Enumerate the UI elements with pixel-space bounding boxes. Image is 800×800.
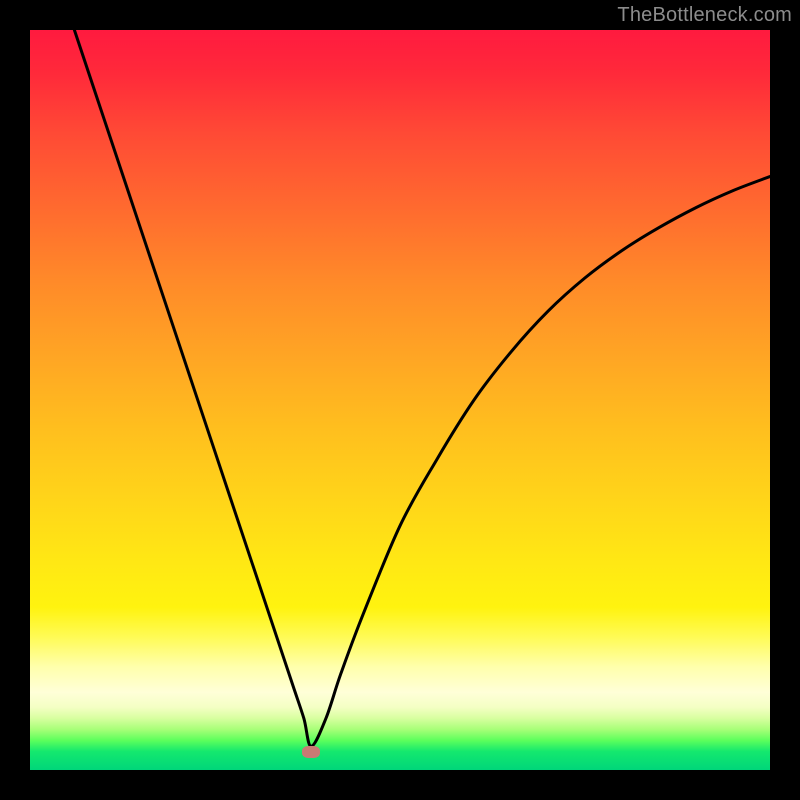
optimum-marker <box>302 746 320 758</box>
curve-path <box>74 30 770 746</box>
watermark-text: TheBottleneck.com <box>617 4 792 27</box>
bottleneck-curve <box>30 30 770 770</box>
plot-area <box>30 30 770 770</box>
chart-frame: TheBottleneck.com <box>0 0 800 800</box>
